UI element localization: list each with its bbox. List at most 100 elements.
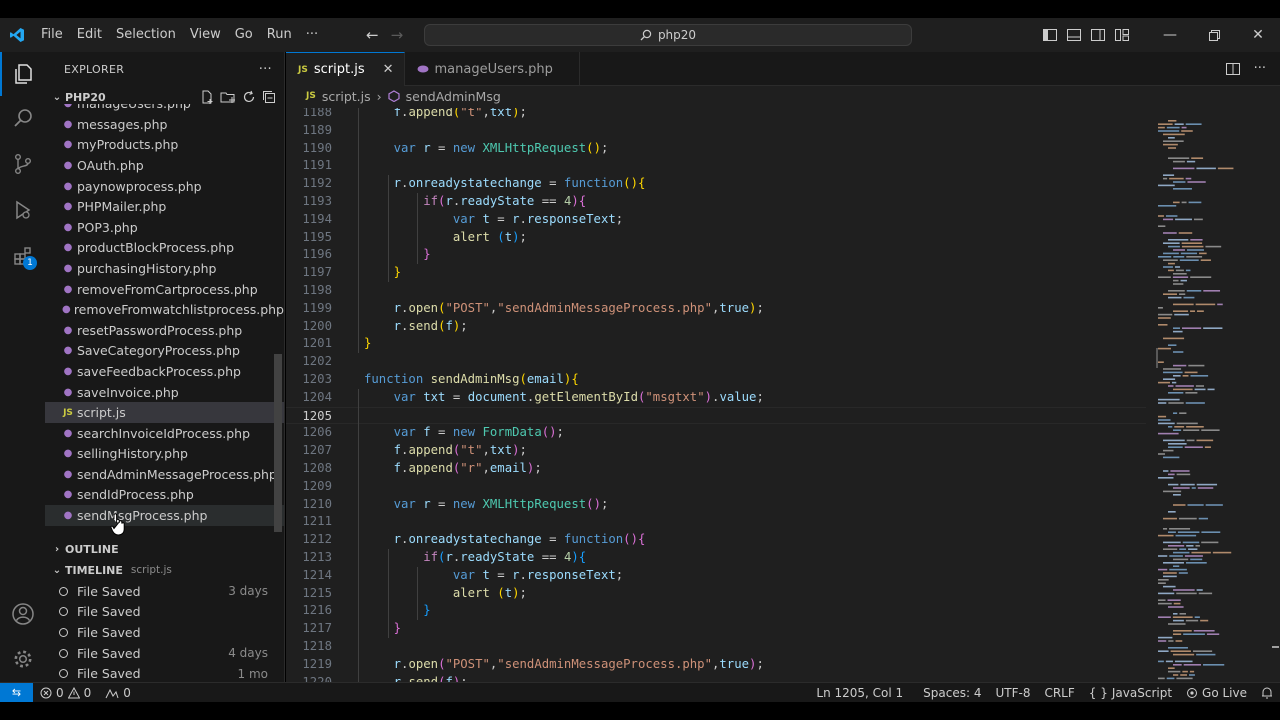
- code-line[interactable]: 1209: [286, 478, 1146, 496]
- timeline-item[interactable]: File Saved 4 days: [45, 643, 284, 664]
- code-line[interactable]: 1219 r.open("POST","sendAdminMessageProc…: [286, 656, 1146, 674]
- close-tab-icon[interactable]: ✕: [383, 62, 394, 77]
- file-item[interactable]: ● PHPMailer.php: [45, 196, 284, 217]
- file-item[interactable]: ● SaveCategoryProcess.php: [45, 341, 284, 362]
- source-control-icon[interactable]: [0, 142, 45, 186]
- menu-item-file[interactable]: File: [34, 18, 70, 52]
- settings-gear-icon[interactable]: [0, 637, 45, 681]
- more-actions-icon[interactable]: ···: [1254, 61, 1266, 76]
- run-debug-icon[interactable]: [0, 188, 45, 232]
- minimap[interactable]: [1156, 108, 1266, 682]
- command-center-search[interactable]: php20: [424, 24, 912, 46]
- code-line[interactable]: 1201}: [286, 335, 1146, 353]
- file-item[interactable]: ● POP3.php: [45, 217, 284, 238]
- code-line[interactable]: 1204 var txt = document.getElementById("…: [286, 389, 1146, 407]
- extensions-icon[interactable]: 1: [0, 234, 45, 278]
- code-line[interactable]: 1206 var f = new FormData();: [286, 424, 1146, 442]
- code-line[interactable]: 1215 alert (t);: [286, 585, 1146, 603]
- minimap-viewport[interactable]: [1156, 348, 1158, 368]
- remote-indicator-icon[interactable]: ⇆: [0, 682, 33, 703]
- code-line[interactable]: 1208 f.append("r",email);: [286, 460, 1146, 478]
- timeline-item[interactable]: File Saved 3 days: [45, 581, 284, 602]
- editor-scrollbar[interactable]: [1271, 108, 1280, 682]
- toggle-panel-icon[interactable]: [1062, 18, 1086, 52]
- explorer-scrollbar[interactable]: [274, 354, 282, 532]
- problems-status[interactable]: 0 0: [33, 686, 98, 700]
- code-line[interactable]: 1192 r.onreadystatechange = function(){: [286, 175, 1146, 193]
- encoding[interactable]: UTF-8: [988, 686, 1037, 700]
- menu-more-icon[interactable]: ···: [299, 18, 325, 52]
- menu-item-selection[interactable]: Selection: [109, 18, 183, 52]
- file-item[interactable]: ● removeFromwatchlistprocess.php: [45, 299, 284, 320]
- code-line[interactable]: 1214 var t = r.responseText;: [286, 567, 1146, 585]
- file-item[interactable]: ● paynowprocess.php: [45, 176, 284, 197]
- code-line[interactable]: 1193 if(r.readyState == 4){: [286, 193, 1146, 211]
- tab-manageusers-php[interactable]: manageUsers.php: [405, 52, 580, 86]
- go-live-button[interactable]: Go Live: [1179, 686, 1254, 700]
- code-line[interactable]: 1190 var r = new XMLHttpRequest();: [286, 140, 1146, 158]
- collapse-all-icon[interactable]: [262, 90, 276, 104]
- file-item[interactable]: ● sellingHistory.php: [45, 444, 284, 465]
- file-item[interactable]: ●manageUsers.php: [45, 104, 284, 114]
- timeline-item[interactable]: File Saved 1 mo: [45, 663, 284, 682]
- code-line[interactable]: 1205: [286, 406, 1146, 425]
- code-line[interactable]: 1203 function sendAdminMsg(email){: [286, 371, 1146, 389]
- code-line[interactable]: 1217 }: [286, 620, 1146, 638]
- file-item[interactable]: ● productBlockProcess.php: [45, 238, 284, 259]
- tab-script-js[interactable]: JS script.js ✕: [286, 52, 405, 86]
- breadcrumb-symbol[interactable]: sendAdminMsg: [406, 89, 501, 104]
- menu-item-run[interactable]: Run: [260, 18, 299, 52]
- split-editor-icon[interactable]: [1225, 62, 1240, 75]
- code-line[interactable]: 1210 var r = new XMLHttpRequest();: [286, 496, 1146, 514]
- explorer-icon[interactable]: [0, 52, 45, 96]
- timeline-header[interactable]: ⌄ TIMELINE script.js: [45, 559, 284, 581]
- file-item[interactable]: ● purchasingHistory.php: [45, 258, 284, 279]
- file-item[interactable]: ● myProducts.php: [45, 135, 284, 156]
- indentation[interactable]: Spaces: 4: [916, 686, 988, 700]
- breadcrumb-file[interactable]: script.js: [322, 89, 371, 104]
- file-item[interactable]: JS script.js: [45, 402, 284, 423]
- code-line[interactable]: 1195 alert (t);: [286, 229, 1146, 247]
- go-forward-icon[interactable]: →: [391, 26, 404, 44]
- menu-item-view[interactable]: View: [183, 18, 228, 52]
- toggle-primary-sidebar-icon[interactable]: [1038, 18, 1062, 52]
- restore-icon[interactable]: [1192, 18, 1236, 52]
- file-item[interactable]: ● sendIdProcess.php: [45, 485, 284, 506]
- minimize-icon[interactable]: —: [1148, 18, 1192, 52]
- new-file-icon[interactable]: [200, 90, 214, 104]
- search-view-icon[interactable]: [0, 96, 45, 140]
- code-line[interactable]: 1191: [286, 157, 1146, 175]
- code-line[interactable]: 1212 r.onreadystatechange = function(){: [286, 531, 1146, 549]
- go-back-icon[interactable]: ←: [366, 26, 379, 44]
- code-line[interactable]: 1189: [286, 122, 1146, 140]
- code-line[interactable]: 1196 }: [286, 246, 1146, 264]
- code-editor[interactable]: 1188 f.append("t",txt); 1189 1190 var r = …: [286, 108, 1146, 682]
- file-item[interactable]: ● searchInvoiceIdProcess.php: [45, 423, 284, 444]
- file-item[interactable]: ● removeFromCartprocess.php: [45, 279, 284, 300]
- code-line[interactable]: 1188 f.append("t",txt);: [286, 108, 1146, 122]
- code-line[interactable]: 1211: [286, 513, 1146, 531]
- file-item[interactable]: ● saveInvoice.php: [45, 382, 284, 403]
- language-mode[interactable]: { } JavaScript: [1082, 686, 1179, 700]
- file-item[interactable]: ● OAuth.php: [45, 155, 284, 176]
- accounts-icon[interactable]: [0, 592, 45, 636]
- ports-status[interactable]: 0: [98, 686, 138, 700]
- file-item[interactable]: ● messages.php: [45, 114, 284, 135]
- code-line[interactable]: 1220 r.send(f);: [286, 674, 1146, 682]
- code-line[interactable]: 1213 if(r.readyState == 4){: [286, 549, 1146, 567]
- outline-header[interactable]: › OUTLINE: [45, 538, 284, 560]
- code-line[interactable]: 1207 f.append("t",txt);: [286, 442, 1146, 460]
- code-line[interactable]: 1194 var t = r.responseText;: [286, 211, 1146, 229]
- code-line[interactable]: 1197 }: [286, 264, 1146, 282]
- line-ending[interactable]: CRLF: [1037, 686, 1081, 700]
- cursor-position[interactable]: Ln 1205, Col 1: [809, 686, 910, 700]
- new-folder-icon[interactable]: [220, 90, 236, 104]
- code-line[interactable]: 1218: [286, 638, 1146, 656]
- notifications-bell-icon[interactable]: [1254, 686, 1280, 699]
- code-line[interactable]: 1200 r.send(f);: [286, 318, 1146, 336]
- timeline-item[interactable]: File Saved: [45, 622, 284, 643]
- file-item[interactable]: ● resetPasswordProcess.php: [45, 320, 284, 341]
- code-line[interactable]: 1202: [286, 353, 1146, 371]
- close-window-icon[interactable]: ✕: [1236, 18, 1280, 52]
- file-item[interactable]: ● saveFeedbackProcess.php: [45, 361, 284, 382]
